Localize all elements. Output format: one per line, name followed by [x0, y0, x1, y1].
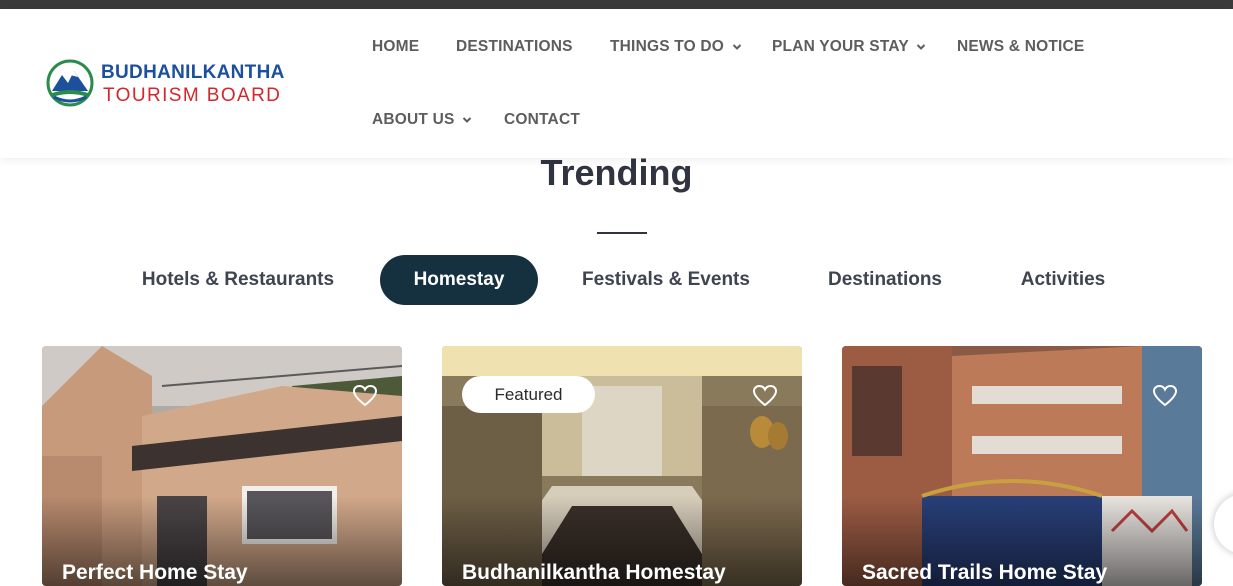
nav-contact[interactable]: CONTACT: [504, 111, 580, 129]
section-title: Trending: [540, 152, 693, 193]
nav-home[interactable]: HOME: [372, 38, 419, 56]
tab-activities[interactable]: Activities: [1002, 255, 1124, 305]
heart-icon[interactable]: [752, 384, 778, 408]
floating-action-button[interactable]: [1214, 494, 1233, 554]
featured-badge: Featured: [462, 376, 595, 413]
tab-destinations[interactable]: Destinations: [806, 255, 964, 305]
chevron-down-icon: [732, 44, 741, 50]
site-header: BUDHANILKANTHA TOURISM BOARD HOME DESTIN…: [0, 9, 1233, 158]
logo-emblem-icon: [46, 59, 94, 107]
nav-news-notice[interactable]: NEWS & NOTICE: [957, 38, 1084, 56]
nav-destinations[interactable]: DESTINATIONS: [456, 38, 573, 56]
chevron-down-icon: [462, 117, 472, 123]
nav-destinations-label: DESTINATIONS: [456, 38, 573, 55]
title-divider: [597, 232, 647, 234]
chevron-down-icon: [916, 44, 926, 50]
card-title[interactable]: Budhanilkantha Homestay: [462, 561, 726, 585]
top-bar: [0, 0, 1233, 9]
listing-card[interactable]: Perfect Home Stay: [42, 346, 402, 586]
nav-things-to-do-label: THINGS TO DO: [610, 38, 725, 55]
nav-about-us[interactable]: ABOUT US: [372, 111, 472, 129]
card-title[interactable]: Perfect Home Stay: [62, 561, 248, 585]
logo-subtitle: TOURISM BOARD: [103, 85, 282, 106]
nav-things-to-do[interactable]: THINGS TO DO: [610, 38, 742, 56]
listing-card[interactable]: Featured Budhanilkantha Homestay: [442, 346, 802, 586]
listing-card[interactable]: Sacred Trails Home Stay: [842, 346, 1202, 586]
nav-about-us-label: ABOUT US: [372, 111, 455, 128]
nav-news-notice-label: NEWS & NOTICE: [957, 38, 1085, 55]
tab-homestay[interactable]: Homestay: [380, 255, 538, 305]
site-logo[interactable]: BUDHANILKANTHA TOURISM BOARD: [44, 57, 294, 113]
nav-plan-your-stay-label: PLAN YOUR STAY: [772, 38, 909, 55]
card-title[interactable]: Sacred Trails Home Stay: [862, 561, 1107, 585]
logo-title: BUDHANILKANTHA: [101, 62, 285, 83]
nav-home-label: HOME: [372, 38, 420, 55]
heart-icon[interactable]: [1152, 384, 1178, 408]
nav-plan-your-stay[interactable]: PLAN YOUR STAY: [772, 38, 926, 56]
nav-contact-label: CONTACT: [504, 111, 581, 128]
heart-icon[interactable]: [352, 384, 378, 408]
tab-festivals-events[interactable]: Festivals & Events: [564, 255, 768, 305]
tab-hotels-restaurants[interactable]: Hotels & Restaurants: [120, 255, 356, 305]
